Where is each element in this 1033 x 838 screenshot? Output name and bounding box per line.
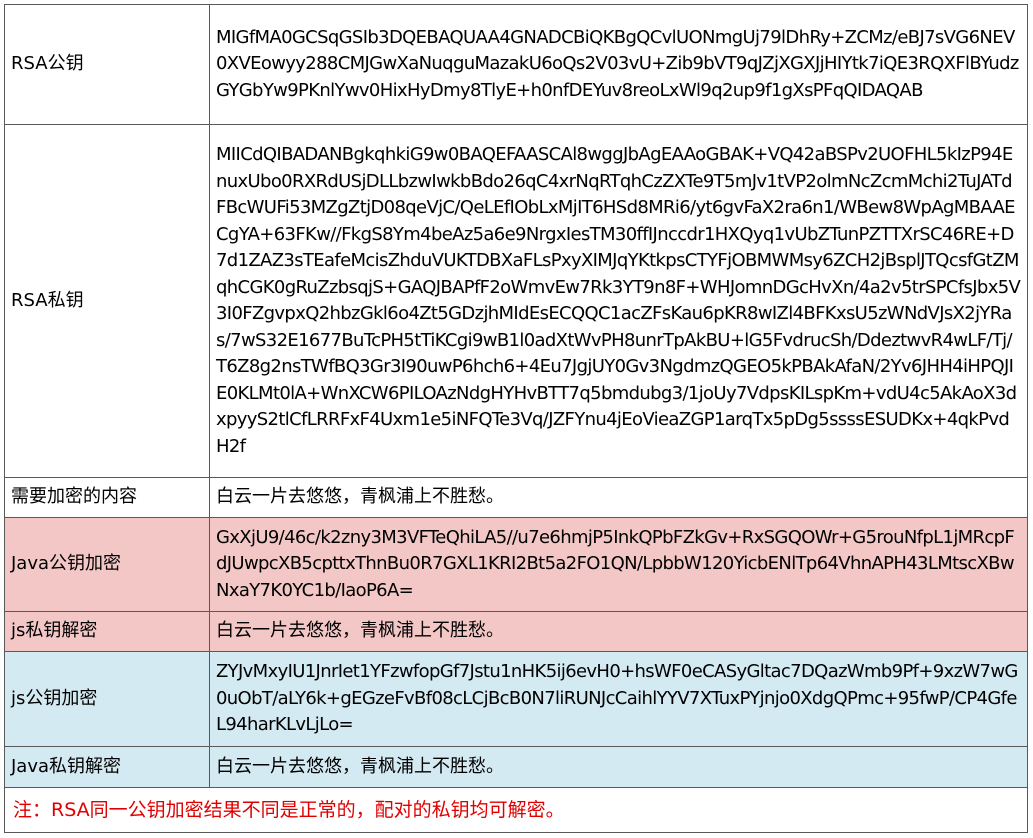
js-private-decrypt-row: js私钥解密 白云一片去悠悠，青枫浦上不胜愁。 xyxy=(4,611,1028,652)
note-row: 注：RSA同一公钥加密结果不同是正常的，配对的私钥均可解密。 xyxy=(4,787,1028,833)
js-public-encrypt-value: ZYJvMxyIU1JnrIet1YFzwfopGf7Jstu1nHK5ij6e… xyxy=(209,651,1028,747)
public-key-label: RSA公钥 xyxy=(4,4,210,125)
java-public-encrypt-row: Java公钥加密 GxXjU9/46c/k2zny3M3VFTeQhiLA5//… xyxy=(4,517,1028,612)
java-private-decrypt-value: 白云一片去悠悠，青枫浦上不胜愁。 xyxy=(209,746,1028,788)
private-key-label: RSA私钥 xyxy=(4,124,210,478)
java-private-decrypt-label: Java私钥解密 xyxy=(4,746,210,788)
plaintext-row: 需要加密的内容 白云一片去悠悠，青枫浦上不胜愁。 xyxy=(4,477,1028,518)
private-key-row: RSA私钥 MIICdQIBADANBgkqhkiG9w0BAQEFAASCAl… xyxy=(4,124,1028,478)
js-public-encrypt-label: js公钥加密 xyxy=(4,651,210,747)
java-public-encrypt-value: GxXjU9/46c/k2zny3M3VFTeQhiLA5//u7e6hmjP5… xyxy=(209,517,1028,612)
rsa-encryption-table: RSA公钥 MIGfMA0GCSqGSIb3DQEBAQUAA4GNADCBiQ… xyxy=(4,4,1028,833)
js-public-encrypt-row: js公钥加密 ZYJvMxyIU1JnrIet1YFzwfopGf7Jstu1n… xyxy=(4,651,1028,747)
note-text: 注：RSA同一公钥加密结果不同是正常的，配对的私钥均可解密。 xyxy=(4,787,1028,833)
public-key-value: MIGfMA0GCSqGSIb3DQEBAQUAA4GNADCBiQKBgQCv… xyxy=(209,4,1028,125)
public-key-row: RSA公钥 MIGfMA0GCSqGSIb3DQEBAQUAA4GNADCBiQ… xyxy=(4,4,1028,125)
java-public-encrypt-label: Java公钥加密 xyxy=(4,517,210,612)
private-key-value: MIICdQIBADANBgkqhkiG9w0BAQEFAASCAl8wggJb… xyxy=(209,124,1028,478)
js-private-decrypt-label: js私钥解密 xyxy=(4,611,210,652)
java-private-decrypt-row: Java私钥解密 白云一片去悠悠，青枫浦上不胜愁。 xyxy=(4,746,1028,788)
js-private-decrypt-value: 白云一片去悠悠，青枫浦上不胜愁。 xyxy=(209,611,1028,652)
plaintext-value: 白云一片去悠悠，青枫浦上不胜愁。 xyxy=(209,477,1028,518)
plaintext-label: 需要加密的内容 xyxy=(4,477,210,518)
